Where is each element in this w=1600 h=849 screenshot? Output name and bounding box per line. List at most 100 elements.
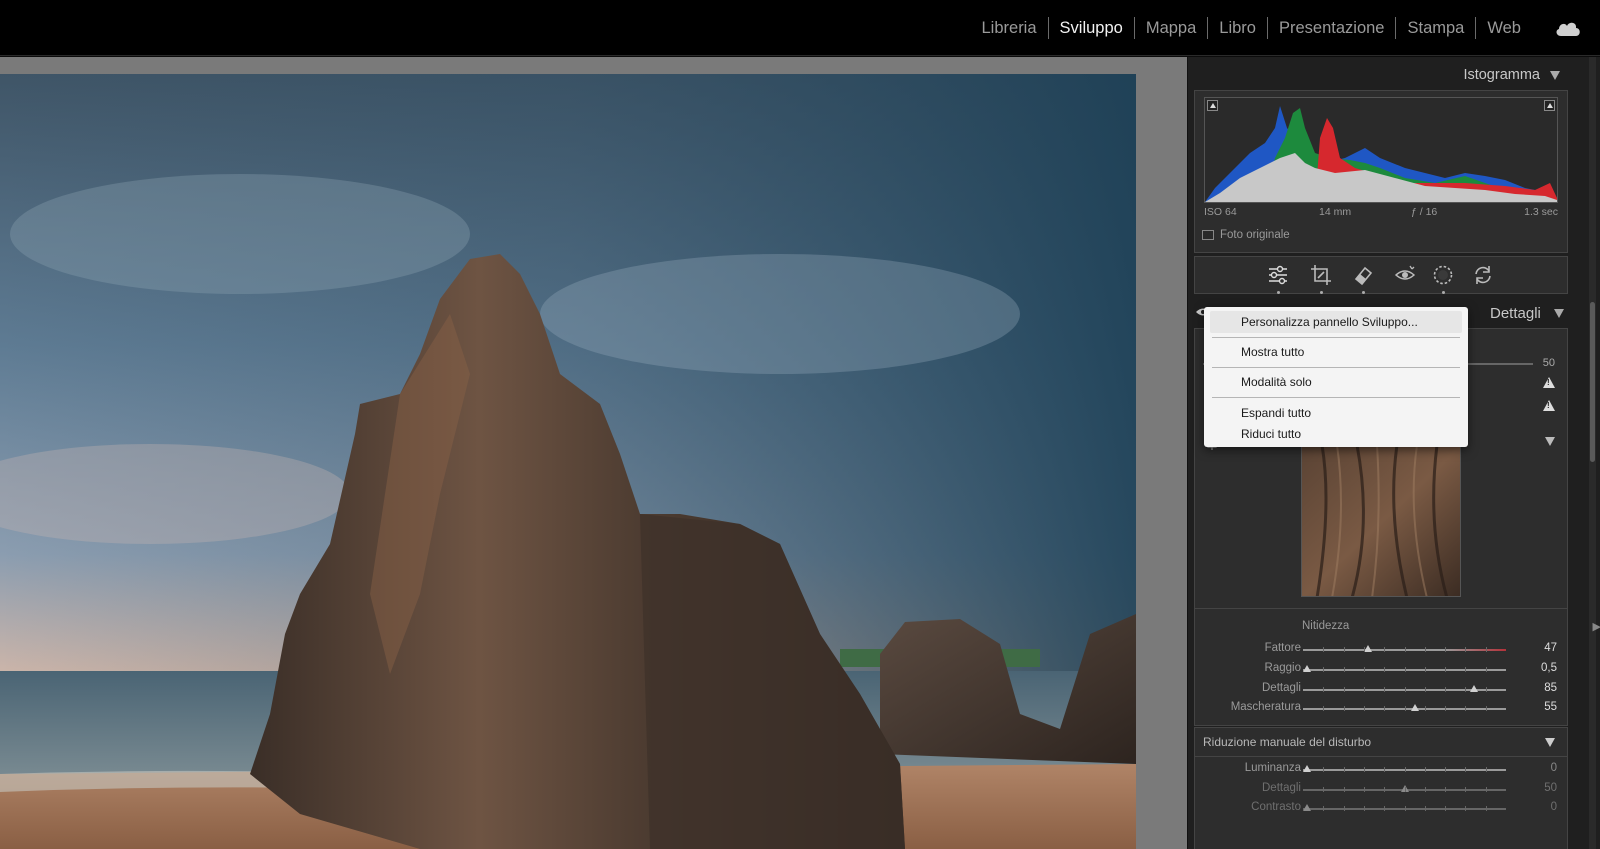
panel-scrollbar-thumb[interactable] [1590, 302, 1595, 462]
slider-tick [1363, 667, 1365, 672]
collapse-triangle-icon[interactable] [1545, 738, 1555, 747]
menu-item-expand-all[interactable]: Espandi tutto [1210, 402, 1462, 424]
slider-luminanza[interactable]: Luminanza 0 [1195, 761, 1569, 779]
slider-tick [1404, 806, 1406, 811]
slider-tick [1343, 647, 1345, 652]
eraser-icon[interactable] [1352, 264, 1374, 286]
detail-preview-menu-triangle-icon[interactable] [1545, 437, 1555, 446]
slider-thumb[interactable] [1469, 685, 1478, 692]
module-stampa[interactable]: Stampa [1396, 17, 1475, 39]
slider-tick [1323, 787, 1325, 792]
module-presentazione[interactable]: Presentazione [1268, 17, 1396, 39]
noise-reduction-section: Luminanza 0 Dettagli 50 Contrasto 0 [1194, 757, 1568, 849]
reset-icon[interactable] [1472, 264, 1494, 286]
develop-right-panel: ▶ Istogramma ISO 64 14 mm ƒ / 16 1.3 sec… [1187, 57, 1600, 849]
original-photo-toggle[interactable]: Foto originale [1202, 227, 1290, 243]
slider-tick [1424, 647, 1426, 652]
masking-icon[interactable] [1432, 264, 1454, 286]
histogram-graph[interactable] [1204, 97, 1558, 203]
original-photo-checkbox[interactable] [1202, 230, 1214, 240]
histogram-title: Istogramma [1463, 67, 1540, 83]
slider-track[interactable] [1303, 785, 1506, 792]
slider-label: Fattore [1264, 642, 1301, 654]
menu-item-customize-develop-panel[interactable]: Personalizza pannello Sviluppo... [1210, 311, 1462, 333]
slider-tick [1404, 647, 1406, 652]
slider-tick [1465, 787, 1467, 792]
slider-track[interactable] [1303, 765, 1506, 772]
slider-contrasto[interactable]: Contrasto 0 [1195, 800, 1569, 818]
slider-track[interactable] [1303, 665, 1506, 672]
slider-tick [1343, 687, 1345, 692]
menu-item-solo-mode[interactable]: Modalità solo [1210, 371, 1462, 393]
histogram-header[interactable]: Istogramma [1194, 61, 1566, 91]
photo-preview[interactable] [0, 74, 1136, 849]
module-sviluppo[interactable]: Sviluppo [1049, 17, 1134, 39]
slider-thumb[interactable] [1303, 665, 1312, 672]
shutter-speed-value: 1.3 sec [1524, 206, 1558, 218]
slider-thumb[interactable] [1410, 704, 1419, 711]
slider-value[interactable]: 0 [1551, 801, 1557, 813]
sliders-icon[interactable] [1267, 264, 1289, 286]
details-panel-title[interactable]: Dettagli [1490, 305, 1541, 322]
slider-thumb[interactable] [1363, 645, 1372, 652]
slider-tick [1445, 787, 1447, 792]
tool-indicator-dot [1362, 291, 1365, 294]
slider-tick [1485, 706, 1487, 711]
slider-tick [1323, 767, 1325, 772]
slider-tick [1485, 647, 1487, 652]
slider-track[interactable] [1303, 804, 1506, 811]
slider-mascheratura[interactable]: Mascheratura 55 [1195, 700, 1569, 718]
slider-fattore[interactable]: Fattore 47 [1195, 641, 1569, 659]
panel-collapse-arrow-icon[interactable]: ▶ [1593, 620, 1600, 633]
slider-tick [1424, 767, 1426, 772]
cloud-icon[interactable] [1554, 19, 1582, 37]
menu-item-show-all[interactable]: Mostra tutto [1210, 341, 1462, 363]
slider-tick [1343, 806, 1345, 811]
slider-value[interactable]: 47 [1544, 642, 1557, 654]
slider-tick [1323, 706, 1325, 711]
aperture-value: ƒ / 16 [1411, 206, 1438, 218]
slider-tick [1384, 767, 1386, 772]
slider-track[interactable] [1303, 685, 1506, 692]
slider-track[interactable] [1303, 645, 1506, 652]
noise-reduction-header[interactable]: Riduzione manuale del disturbo [1194, 727, 1568, 757]
module-mappa[interactable]: Mappa [1135, 17, 1207, 39]
red-eye-icon[interactable] [1394, 264, 1416, 286]
sharpening-section: Nitidezza Fattore 47 Raggio 0,5 Dettagli… [1194, 609, 1568, 726]
slider-tick [1343, 767, 1345, 772]
detail-zoom-preview[interactable] [1301, 444, 1461, 597]
slider-thumb[interactable] [1303, 804, 1312, 811]
slider-tick [1404, 706, 1406, 711]
slider-value[interactable]: 0 [1551, 762, 1557, 774]
slider-tick [1424, 806, 1426, 811]
slider-label: Dettagli [1262, 682, 1301, 694]
slider-dettagli-disturbo[interactable]: Dettagli 50 [1195, 781, 1569, 799]
slider-thumb[interactable] [1303, 765, 1312, 772]
module-libro[interactable]: Libro [1208, 17, 1267, 39]
collapse-triangle-icon[interactable] [1554, 309, 1564, 318]
menu-item-collapse-all[interactable]: Riduci tutto [1210, 423, 1462, 445]
histogram-panel: ISO 64 14 mm ƒ / 16 1.3 sec Foto origina… [1194, 90, 1568, 253]
slider-tick [1343, 706, 1345, 711]
collapse-triangle-icon[interactable] [1550, 71, 1560, 80]
slider-value[interactable]: 50 [1544, 782, 1557, 794]
slider-dettagli[interactable]: Dettagli 85 [1195, 681, 1569, 699]
slider-value[interactable]: 0,5 [1541, 662, 1557, 674]
module-web[interactable]: Web [1476, 17, 1532, 39]
module-picker-bar: Libreria Sviluppo Mappa Libro Presentazi… [0, 0, 1600, 56]
slider-value[interactable]: 85 [1544, 682, 1557, 694]
warning-icon[interactable] [1543, 400, 1555, 411]
slider-value[interactable]: 55 [1544, 701, 1557, 713]
lightroom-develop-window: Libreria Sviluppo Mappa Libro Presentazi… [0, 0, 1600, 849]
module-libreria[interactable]: Libreria [971, 17, 1048, 39]
slider-label: Dettagli [1262, 782, 1301, 794]
slider-tick [1424, 706, 1426, 711]
slider-tick [1465, 767, 1467, 772]
warning-icon[interactable] [1543, 377, 1555, 388]
crop-icon[interactable] [1310, 264, 1332, 286]
slider-track[interactable] [1303, 704, 1506, 711]
slider-tick [1384, 667, 1386, 672]
slider-tick [1465, 647, 1467, 652]
slider-tick [1485, 687, 1487, 692]
slider-raggio[interactable]: Raggio 0,5 [1195, 661, 1569, 679]
